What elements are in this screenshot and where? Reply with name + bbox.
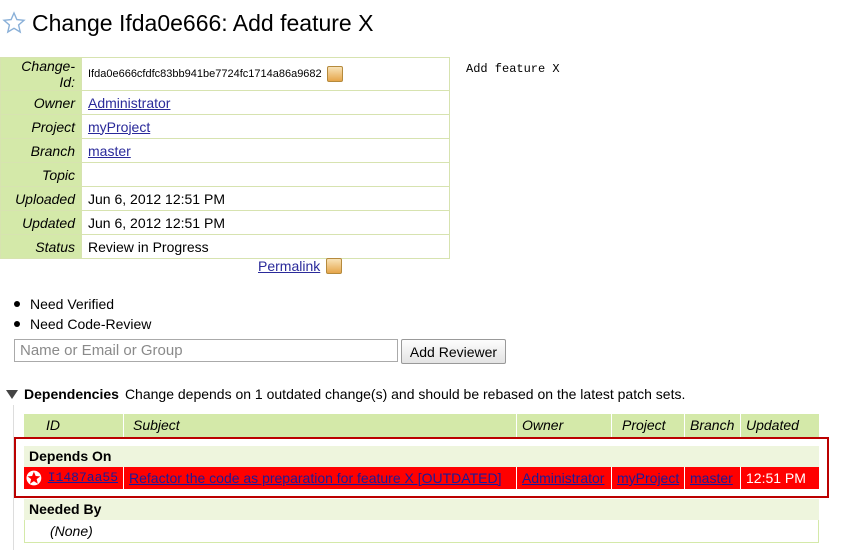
column-owner: Owner bbox=[517, 414, 612, 438]
copy-permalink-icon[interactable] bbox=[326, 258, 343, 274]
reviewer-input[interactable] bbox=[14, 339, 398, 362]
topic-label: Topic bbox=[0, 162, 82, 187]
approval-needs: Need Verified Need Code-Review bbox=[14, 294, 151, 334]
copy-icon[interactable] bbox=[326, 66, 343, 82]
need-item: Need Code-Review bbox=[14, 314, 151, 334]
change-id-cell: Ifda0e666cfdfc83bb941be7724fc1714a86a968… bbox=[88, 66, 443, 82]
dependencies-table-header: ID Subject Owner Project Branch Updated bbox=[24, 414, 819, 438]
bullet-icon bbox=[14, 321, 20, 327]
column-id: ID bbox=[24, 414, 124, 438]
star-icon[interactable] bbox=[2, 11, 26, 35]
topic-value bbox=[81, 162, 450, 187]
updated-label: Updated bbox=[0, 210, 82, 235]
change-info-table: Change-Id: Ifda0e666cfdfc83bb941be7724fc… bbox=[0, 57, 450, 259]
uploaded-label: Uploaded bbox=[0, 186, 82, 211]
dependencies-title: Dependencies bbox=[24, 386, 119, 402]
add-reviewer-button[interactable]: Add Reviewer bbox=[401, 339, 506, 364]
project-row: Project myProject bbox=[0, 114, 450, 139]
uploaded-row: Uploaded Jun 6, 2012 12:51 PM bbox=[0, 186, 450, 211]
updated-value: Jun 6, 2012 12:51 PM bbox=[81, 210, 450, 235]
change-id-value: Ifda0e666cfdfc83bb941be7724fc1714a86a968… bbox=[88, 68, 322, 80]
project-link[interactable]: myProject bbox=[88, 119, 150, 135]
commit-message: Add feature X bbox=[466, 62, 560, 76]
collapse-triangle-icon[interactable] bbox=[6, 389, 18, 399]
status-value: Review in Progress bbox=[81, 234, 450, 259]
owner-row: Owner Administrator bbox=[0, 90, 450, 115]
page-title-bar: Change Ifda0e666: Add feature X bbox=[2, 8, 373, 38]
permalink-link[interactable]: Permalink bbox=[258, 258, 320, 274]
branch-link[interactable]: master bbox=[88, 143, 131, 159]
status-row: Status Review in Progress bbox=[0, 234, 450, 259]
page-title: Change Ifda0e666: Add feature X bbox=[32, 9, 374, 36]
change-id-label: Change-Id: bbox=[0, 57, 82, 91]
outdated-highlight-box bbox=[14, 437, 829, 498]
updated-row: Updated Jun 6, 2012 12:51 PM bbox=[0, 210, 450, 235]
project-label: Project bbox=[0, 114, 82, 139]
need-code-review: Need Code-Review bbox=[30, 316, 152, 332]
uploaded-value: Jun 6, 2012 12:51 PM bbox=[81, 186, 450, 211]
need-verified: Need Verified bbox=[30, 296, 115, 312]
permalink-area: Permalink bbox=[258, 258, 343, 274]
column-project: Project bbox=[612, 414, 685, 438]
bullet-icon bbox=[14, 301, 20, 307]
branch-row: Branch master bbox=[0, 138, 450, 163]
status-label: Status bbox=[0, 234, 82, 259]
change-id-row: Change-Id: Ifda0e666cfdfc83bb941be7724fc… bbox=[0, 57, 450, 91]
branch-label: Branch bbox=[0, 138, 82, 163]
owner-link[interactable]: Administrator bbox=[88, 95, 170, 111]
need-item: Need Verified bbox=[14, 294, 151, 314]
needed-by-none: (None) bbox=[50, 523, 93, 539]
needed-by-label: Needed By bbox=[24, 499, 819, 520]
topic-row: Topic bbox=[0, 162, 450, 187]
dependencies-header[interactable]: Dependencies Change depends on 1 outdate… bbox=[6, 386, 685, 402]
owner-label: Owner bbox=[0, 90, 82, 115]
column-subject: Subject bbox=[124, 414, 517, 438]
dependencies-message: Change depends on 1 outdated change(s) a… bbox=[124, 386, 686, 402]
column-branch: Branch bbox=[685, 414, 741, 438]
column-updated: Updated bbox=[746, 417, 799, 433]
